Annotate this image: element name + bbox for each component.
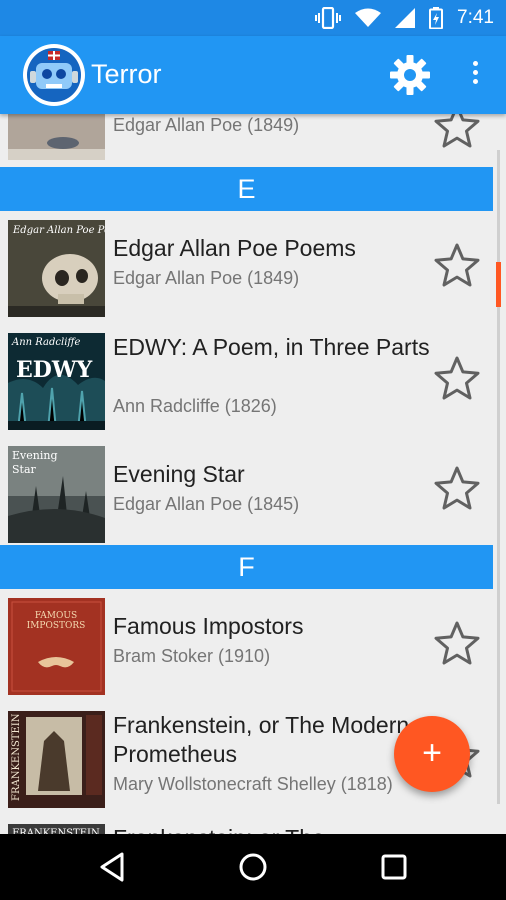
list-item[interactable]: FRANKENSTEIN Frankenstein; or The: [0, 815, 506, 834]
book-meta: Ann Radcliffe (1826): [113, 396, 277, 416]
book-cover: Ann Radcliffe EDWY: [8, 333, 105, 430]
list-item[interactable]: Edgar Allan Poe Poems Edgar Allan Poe Po…: [0, 211, 506, 324]
book-meta: Edgar Allan Poe (1845): [113, 494, 300, 514]
back-icon[interactable]: [96, 850, 130, 884]
svg-text:FAMOUS: FAMOUS: [35, 611, 77, 621]
list-item[interactable]: Evening Star Evening Star Edgar Allan Po…: [0, 437, 506, 545]
book-title: EDWY: A Poem, in Three Parts: [113, 334, 430, 360]
book-cover: FAMOUS IMPOSTORS: [8, 598, 105, 695]
book-cover: FRANKENSTEIN: [8, 824, 105, 834]
list-item[interactable]: Edgar Allan Poe (1849): [0, 114, 506, 167]
list-item[interactable]: FAMOUS IMPOSTORS Famous Impostors Bram S…: [0, 589, 506, 702]
app-title: Terror: [91, 59, 162, 89]
status-bar: 7:41: [0, 0, 506, 36]
svg-text:EDWY: EDWY: [16, 357, 93, 383]
book-title: Frankenstein, or The Modern Prometheus: [113, 712, 410, 767]
book-cover: [8, 114, 105, 160]
wifi-icon: [355, 8, 382, 27]
star-outline-icon[interactable]: [433, 354, 481, 402]
book-title: Edgar Allan Poe Poems: [113, 235, 356, 261]
star-outline-icon[interactable]: [433, 114, 481, 150]
star-outline-icon[interactable]: [433, 619, 481, 667]
section-header-e: E: [0, 167, 493, 211]
scrollbar-track[interactable]: [497, 150, 500, 804]
signal-icon: [395, 8, 416, 28]
book-title: Frankenstein; or The: [113, 824, 433, 834]
app-logo: [23, 44, 85, 106]
book-cover: Evening Star: [8, 446, 105, 543]
svg-text:Evening: Evening: [12, 449, 57, 462]
app-bar: Terror: [0, 36, 506, 114]
book-meta: Bram Stoker (1910): [113, 646, 271, 666]
book-meta: Mary Wollstonecraft Shelley (1818): [113, 774, 393, 794]
svg-text:FRANKENSTEIN: FRANKENSTEIN: [11, 713, 22, 801]
svg-text:Edgar Allan Poe Poems: Edgar Allan Poe Poems: [12, 225, 105, 236]
home-icon[interactable]: [236, 850, 270, 884]
book-title: Evening Star: [113, 461, 245, 487]
add-fab-button[interactable]: +: [394, 716, 470, 792]
svg-text:Ann Radcliffe: Ann Radcliffe: [11, 337, 80, 348]
book-cover: FRANKENSTEIN: [8, 711, 105, 808]
vibrate-icon: [315, 7, 342, 29]
status-time: 7:41: [457, 7, 494, 28]
recents-icon[interactable]: [377, 850, 411, 884]
navigation-bar: [0, 834, 506, 900]
list-item[interactable]: Ann Radcliffe EDWY EDWY: A Poem, in Thre…: [0, 324, 506, 437]
svg-text:Star: Star: [12, 463, 37, 476]
star-outline-icon[interactable]: [433, 241, 481, 289]
overflow-menu-icon[interactable]: [463, 58, 487, 92]
section-header-f: F: [0, 545, 493, 589]
star-outline-icon[interactable]: [433, 464, 481, 512]
book-title: Famous Impostors: [113, 613, 304, 639]
book-cover: Edgar Allan Poe Poems: [8, 220, 105, 317]
book-meta: Edgar Allan Poe (1849): [113, 268, 300, 288]
svg-text:IMPOSTORS: IMPOSTORS: [27, 621, 86, 631]
scrollbar-thumb[interactable]: [496, 262, 501, 307]
book-meta: Edgar Allan Poe (1849): [113, 115, 300, 135]
settings-gear-icon[interactable]: [389, 54, 431, 96]
battery-charging-icon: [429, 7, 444, 29]
